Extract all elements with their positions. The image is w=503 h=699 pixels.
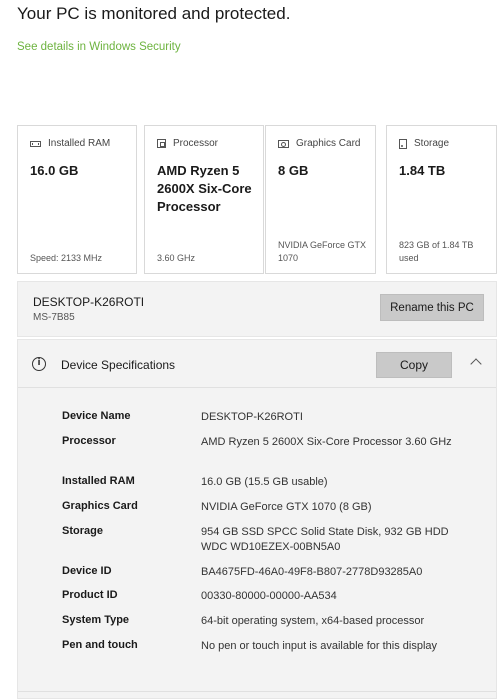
spec-label: Device ID: [62, 565, 112, 577]
info-icon: i: [32, 357, 46, 371]
spec-label: System Type: [62, 614, 130, 626]
card-value: AMD Ryzen 5 2600X Six-Core Processor: [157, 163, 252, 214]
card-processor: Processor AMD Ryzen 5 2600X Six-Core Pro…: [144, 125, 264, 274]
card-label: Graphics Card: [296, 138, 361, 149]
spec-label: Device Name: [62, 410, 131, 422]
card-label: Processor: [173, 138, 219, 149]
pc-name: DESKTOP-K26ROTI: [33, 295, 145, 309]
spec-value: 64-bit operating system, x64-based proce…: [201, 615, 425, 627]
spec-value: AMD Ryzen 5 2600X Six-Core Processor 3.6…: [201, 436, 452, 448]
device-specifications-panel: i Device Specifications Copy Device Name…: [17, 339, 497, 699]
panel-divider: [18, 691, 496, 692]
pc-model: MS-7B85: [33, 312, 75, 323]
card-footer: Speed: 2133 MHz: [30, 253, 103, 263]
ram-icon: [30, 140, 41, 147]
spec-value: No pen or touch input is available for t…: [201, 640, 438, 652]
spec-value: NVIDIA GeForce GTX 1070 (8 GB): [201, 501, 372, 513]
spec-label: Storage: [62, 525, 103, 537]
card-footer: NVIDIA GeForce GTX 1070: [278, 240, 367, 263]
pc-name-bar: DESKTOP-K26ROTI MS-7B85 Rename this PC: [17, 281, 497, 337]
device-specifications-header[interactable]: i Device Specifications Copy: [18, 340, 496, 388]
spec-value: BA4675FD-46A0-49F8-B807-2778D93285A0: [201, 566, 423, 578]
spec-value: 00330-80000-00000-AA534: [201, 590, 337, 602]
card-label: Installed RAM: [48, 138, 111, 149]
graphics-card-icon: [278, 139, 289, 148]
spec-value: DESKTOP-K26ROTI: [201, 411, 303, 423]
card-label: Storage: [414, 138, 450, 149]
card-footer: 823 GB of 1.84 TB used: [399, 240, 474, 263]
card-graphics: Graphics Card 8 GB NVIDIA GeForce GTX 10…: [265, 125, 376, 274]
device-specifications-title: Device Specifications: [61, 358, 176, 372]
windows-security-link[interactable]: See details in Windows Security: [17, 41, 181, 53]
spec-label: Product ID: [62, 589, 118, 601]
rename-pc-button[interactable]: Rename this PC: [380, 294, 484, 321]
spec-label: Pen and touch: [62, 639, 138, 651]
spec-label: Processor: [62, 435, 116, 447]
processor-icon: [157, 139, 166, 148]
spec-value: 954 GB SSD SPCC Solid State Disk, 932 GB…: [201, 526, 449, 553]
card-value: 1.84 TB: [399, 163, 446, 178]
card-installed-ram: Installed RAM 16.0 GB Speed: 2133 MHz: [17, 125, 137, 274]
storage-icon: [399, 138, 407, 149]
spec-label: Installed RAM: [62, 475, 135, 487]
spec-label: Graphics Card: [62, 500, 138, 512]
protection-status-text: Your PC is monitored and protected.: [17, 4, 291, 23]
spec-value: 16.0 GB (15.5 GB usable): [201, 476, 328, 488]
card-value: 16.0 GB: [30, 163, 79, 178]
card-value: 8 GB: [278, 163, 309, 178]
copy-button[interactable]: Copy: [376, 352, 452, 378]
card-storage: Storage 1.84 TB 823 GB of 1.84 TB used: [386, 125, 497, 274]
card-footer: 3.60 GHz: [157, 253, 196, 263]
chevron-up-icon[interactable]: [470, 358, 482, 370]
